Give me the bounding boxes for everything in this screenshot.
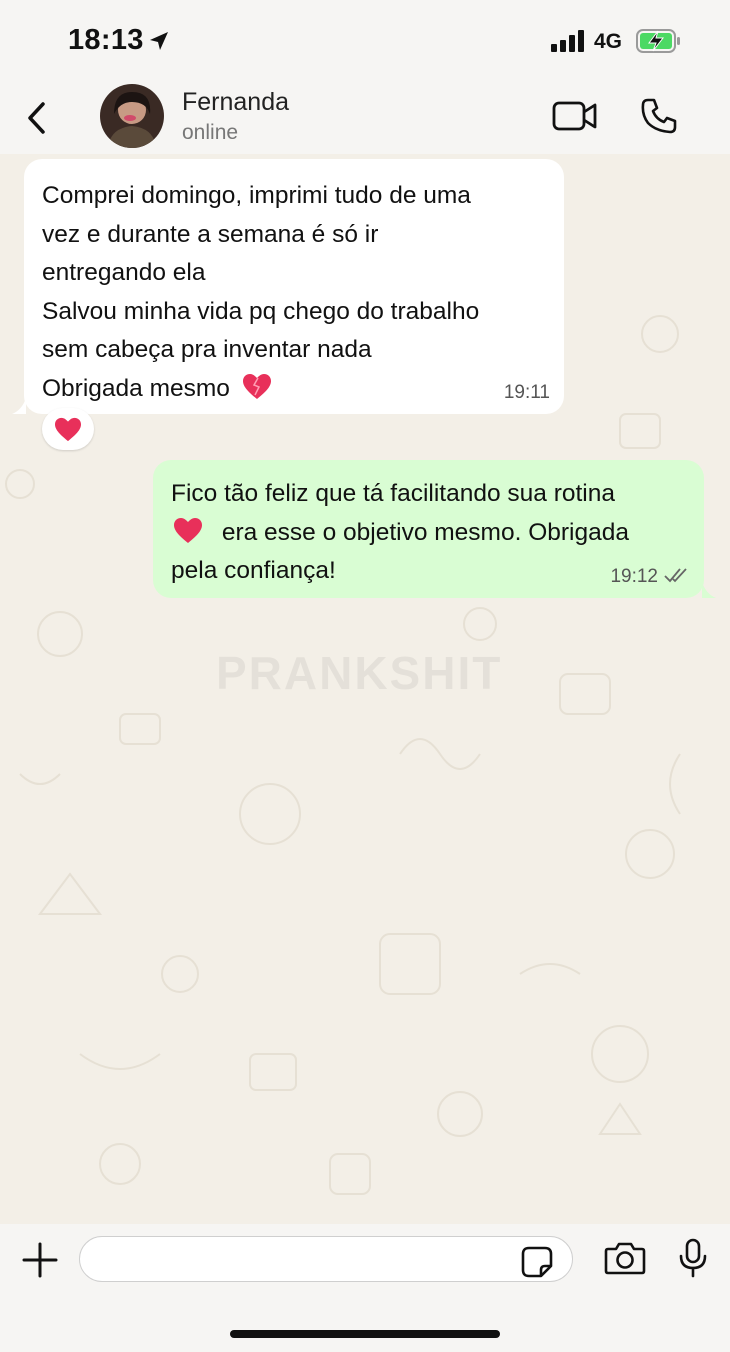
avatar-image xyxy=(100,84,164,148)
message-line: Salvou minha vida pq chego do trabalho xyxy=(42,297,480,325)
video-call-icon[interactable] xyxy=(552,100,598,132)
contact-status: online xyxy=(182,121,239,144)
heart-icon xyxy=(174,517,202,543)
message-line: Obrigada mesmo xyxy=(42,374,230,402)
microphone-icon[interactable] xyxy=(678,1238,708,1278)
camera-icon[interactable] xyxy=(604,1241,646,1275)
message-line: Comprei domingo, imprimi tudo de uma xyxy=(42,182,471,209)
status-bar: 18:13 4G xyxy=(0,0,730,84)
plus-icon[interactable] xyxy=(22,1242,58,1278)
chat-area[interactable]: PRANKSHIT PRANKSHIT PRANKSHIT Comprei do… xyxy=(0,154,730,1224)
heart-icon xyxy=(55,417,81,442)
read-ticks-icon xyxy=(664,568,687,583)
message-text-part: era esse o objetivo mesmo. Obrigada xyxy=(221,518,629,546)
home-indicator xyxy=(230,1330,500,1338)
sticker-icon[interactable] xyxy=(521,1246,553,1278)
location-arrow-icon xyxy=(150,32,168,50)
message-text-part: pela confiança! xyxy=(171,557,336,584)
network-type: 4G xyxy=(594,30,623,53)
message-text-part: Fico tão feliz que tá facilitando sua ro… xyxy=(171,480,615,507)
bubble-tail xyxy=(702,582,716,598)
back-chevron-icon[interactable] xyxy=(24,100,50,136)
message-line: vez e durante a semana é só ir xyxy=(42,220,379,248)
message-reaction[interactable] xyxy=(42,408,94,450)
message-time: 19:12 xyxy=(610,566,658,587)
signal-bars-icon xyxy=(551,30,584,52)
watermark-middle: PRANKSHIT xyxy=(216,647,503,699)
message-line: sem cabeça pra inventar nada xyxy=(42,336,372,363)
outgoing-message-bubble[interactable]: Fico tão feliz que tá facilitando sua ro… xyxy=(153,460,716,598)
contact-name[interactable]: Fernanda xyxy=(182,88,289,117)
battery-charging-icon xyxy=(636,29,680,53)
status-time: 18:13 xyxy=(68,24,144,56)
message-text: Comprei domingo, imprimi tudo de uma vez… xyxy=(42,177,562,408)
message-time: 19:11 xyxy=(503,382,550,403)
heart-icon xyxy=(242,373,271,399)
incoming-message-bubble[interactable]: Comprei domingo, imprimi tudo de uma vez… xyxy=(12,159,564,414)
message-input[interactable] xyxy=(79,1236,573,1282)
input-bar xyxy=(0,1224,730,1352)
phone-call-icon[interactable] xyxy=(640,97,678,135)
message-line: entregando ela xyxy=(42,259,206,286)
chat-header: Fernanda online xyxy=(0,84,730,154)
avatar[interactable] xyxy=(100,84,164,148)
bubble-tail xyxy=(12,398,26,414)
